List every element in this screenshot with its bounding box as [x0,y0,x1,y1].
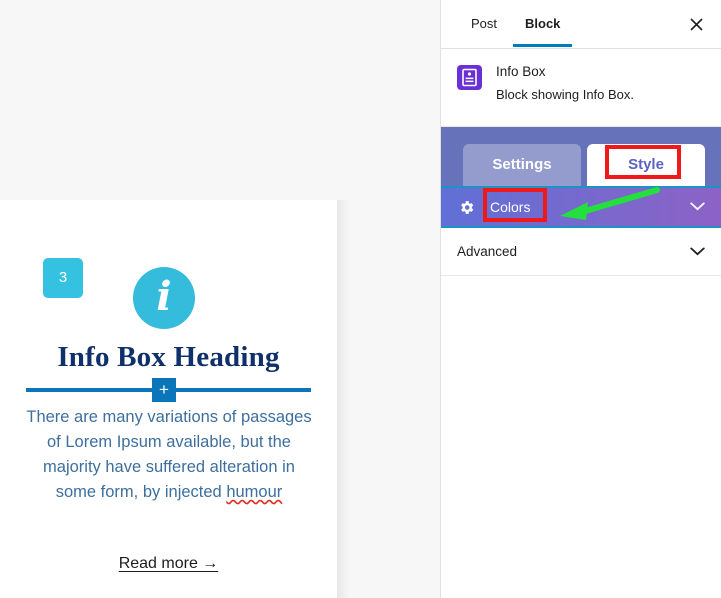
block-title: Info Box [496,64,546,79]
chevron-down-icon[interactable] [690,243,705,261]
content-edge-shadow [337,200,351,598]
info-circle-icon: i [133,267,195,329]
read-more-wrapper: Read more → [0,555,337,573]
section-colors[interactable]: Colors [441,186,721,228]
close-icon[interactable] [681,9,711,39]
separator-plus-icon: + [152,378,176,402]
info-box-block[interactable]: 3 i Info Box Heading + There are many va… [0,200,337,598]
tab-style[interactable]: Style [587,144,705,186]
chevron-down-icon[interactable] [690,198,705,216]
tab-settings[interactable]: Settings [463,144,581,186]
read-more-link[interactable]: Read more → [119,555,219,572]
info-box-body-text[interactable]: There are many variations of passages of… [24,405,314,505]
canvas-top-area [0,0,440,200]
sidebar-tabbar: Post Block [441,0,721,49]
block-settings-sidebar: Post Block Info Box Block showing Info B… [440,0,721,598]
section-advanced-label: Advanced [457,244,518,259]
tab-post[interactable]: Post [457,0,511,47]
editor-screen: 3 i Info Box Heading + There are many va… [0,0,721,598]
body-text-misspelled-word: humour [226,483,283,501]
block-number-badge: 3 [43,258,83,298]
info-box-block-icon [457,65,482,90]
plugin-tabbar: Settings Style [441,127,721,186]
gear-icon [458,199,475,216]
editor-canvas: 3 i Info Box Heading + There are many va… [0,0,440,598]
block-info-card: Info Box Block showing Info Box. [441,49,721,127]
info-box-heading[interactable]: Info Box Heading [0,341,337,374]
tab-block[interactable]: Block [511,0,574,47]
section-advanced[interactable]: Advanced [441,228,721,276]
info-icon-glyph: i [156,273,172,320]
block-description: Block showing Info Box. [496,87,635,102]
section-colors-label: Colors [490,199,531,215]
block-info-text: Info Box Block showing Info Box. [496,63,634,110]
